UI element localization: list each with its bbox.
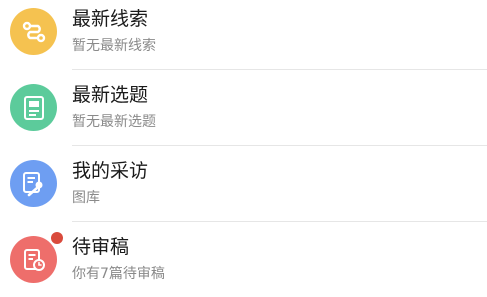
item-subtitle: 暂无最新线索 (72, 38, 156, 54)
pending-review-avatar (10, 236, 57, 283)
item-title: 最新选题 (72, 84, 149, 106)
list-item-latest-topics[interactable]: 最新选题 暂无最新选题 (0, 70, 487, 146)
item-subtitle: 你有7篇待审稿 (72, 266, 165, 282)
document-icon (23, 95, 44, 120)
item-title: 最新线索 (72, 8, 149, 30)
item-subtitle: 暂无最新选题 (72, 114, 156, 130)
review-icon (23, 248, 45, 271)
latest-topics-avatar (10, 84, 57, 131)
latest-leads-avatar (10, 8, 57, 55)
item-subtitle: 图库 (72, 190, 100, 206)
message-list: 最新线索 暂无最新线索 最新选题 暂无最新选题 我的采访 图库 待审稿 你有7篇… (0, 0, 487, 297)
item-title: 我的采访 (72, 160, 149, 182)
list-item-pending-review[interactable]: 待审稿 你有7篇待审稿 (0, 222, 487, 297)
interview-icon (22, 171, 42, 196)
list-item-latest-leads[interactable]: 最新线索 暂无最新线索 (0, 0, 487, 70)
notification-dot (51, 232, 63, 244)
item-title: 待审稿 (72, 236, 130, 258)
link-icon (22, 21, 45, 42)
my-interviews-avatar (10, 160, 57, 207)
list-item-my-interviews[interactable]: 我的采访 图库 (0, 146, 487, 222)
